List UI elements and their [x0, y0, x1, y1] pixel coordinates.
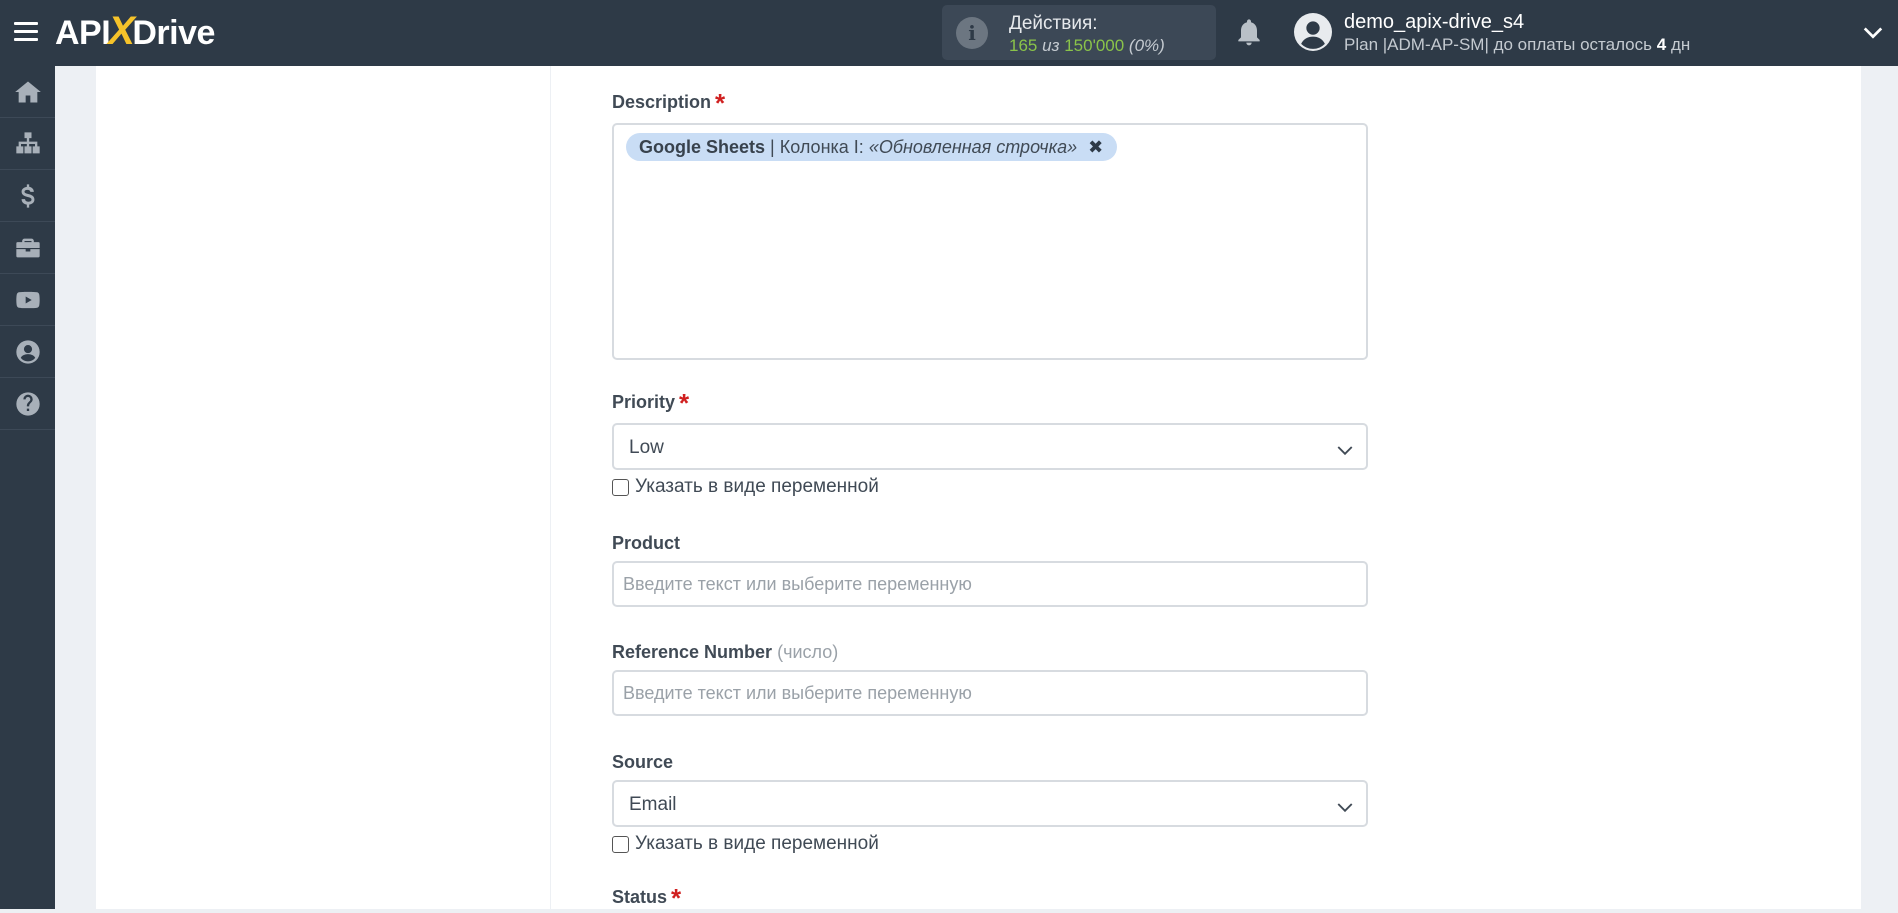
info-icon: i — [956, 17, 988, 49]
chevron-down-icon — [1337, 446, 1353, 456]
description-label: Description * — [612, 88, 726, 118]
question-circle-icon — [15, 391, 40, 416]
sidebar — [0, 66, 55, 909]
menu-icon[interactable] — [14, 19, 38, 43]
sidebar-item-video[interactable] — [0, 274, 55, 326]
sidebar-item-connections[interactable] — [0, 118, 55, 170]
actions-title: Действия: — [1009, 13, 1098, 34]
reference-number-input[interactable] — [614, 672, 1366, 714]
product-field — [612, 561, 1368, 607]
briefcase-icon — [15, 238, 40, 257]
source-select[interactable]: Email — [612, 780, 1368, 827]
source-variable-checkbox[interactable]: Указать в виде переменной — [612, 833, 879, 855]
sitemap-icon — [15, 131, 40, 153]
logo[interactable]: APIXDrive — [55, 9, 215, 54]
bell-icon[interactable] — [1233, 16, 1265, 48]
sidebar-item-account[interactable] — [0, 326, 55, 378]
left-panel — [96, 66, 550, 909]
source-label: Source — [612, 752, 674, 772]
priority-value: Low — [629, 437, 664, 458]
home-icon — [14, 81, 41, 102]
remove-tag-icon[interactable]: ✖ — [1088, 133, 1103, 161]
user-plan: Plan |ADM-AP-SM| до оплаты осталось 4 дн — [1344, 35, 1691, 54]
source-value: Email — [629, 794, 677, 815]
description-field[interactable]: Google Sheets | Колонка I: «Обновленная … — [612, 123, 1368, 360]
dollar-icon — [21, 183, 34, 208]
actions-count: 165 из 150'000 (0%) — [1009, 36, 1165, 55]
sidebar-item-billing[interactable] — [0, 170, 55, 222]
product-label: Product — [612, 533, 681, 553]
priority-select[interactable]: Low — [612, 423, 1368, 470]
sidebar-item-help[interactable] — [0, 378, 55, 430]
youtube-icon — [15, 291, 40, 308]
reference-number-label: Reference Number (число) — [612, 642, 839, 662]
chevron-down-icon[interactable] — [1862, 22, 1884, 44]
actions-counter: i Действия: 165 из 150'000 (0%) — [942, 5, 1216, 60]
user-name[interactable]: demo_apix-drive_s4 — [1344, 11, 1524, 34]
reference-number-field — [612, 670, 1368, 716]
variable-tag: Google Sheets | Колонка I: «Обновленная … — [626, 133, 1118, 161]
avatar-icon[interactable] — [1294, 13, 1332, 51]
status-label: Status * — [612, 883, 682, 913]
user-circle-icon — [15, 339, 40, 364]
sidebar-item-tools[interactable] — [0, 222, 55, 274]
priority-label: Priority * — [612, 388, 690, 418]
chevron-down-icon — [1337, 803, 1353, 813]
priority-variable-checkbox[interactable]: Указать в виде переменной — [612, 476, 879, 498]
sidebar-item-home[interactable] — [0, 66, 55, 118]
product-input[interactable] — [614, 563, 1366, 605]
checkbox[interactable] — [612, 478, 629, 496]
checkbox[interactable] — [612, 835, 629, 853]
top-bar: APIXDrive i Действия: 165 из 150'000 (0%… — [0, 0, 1898, 66]
